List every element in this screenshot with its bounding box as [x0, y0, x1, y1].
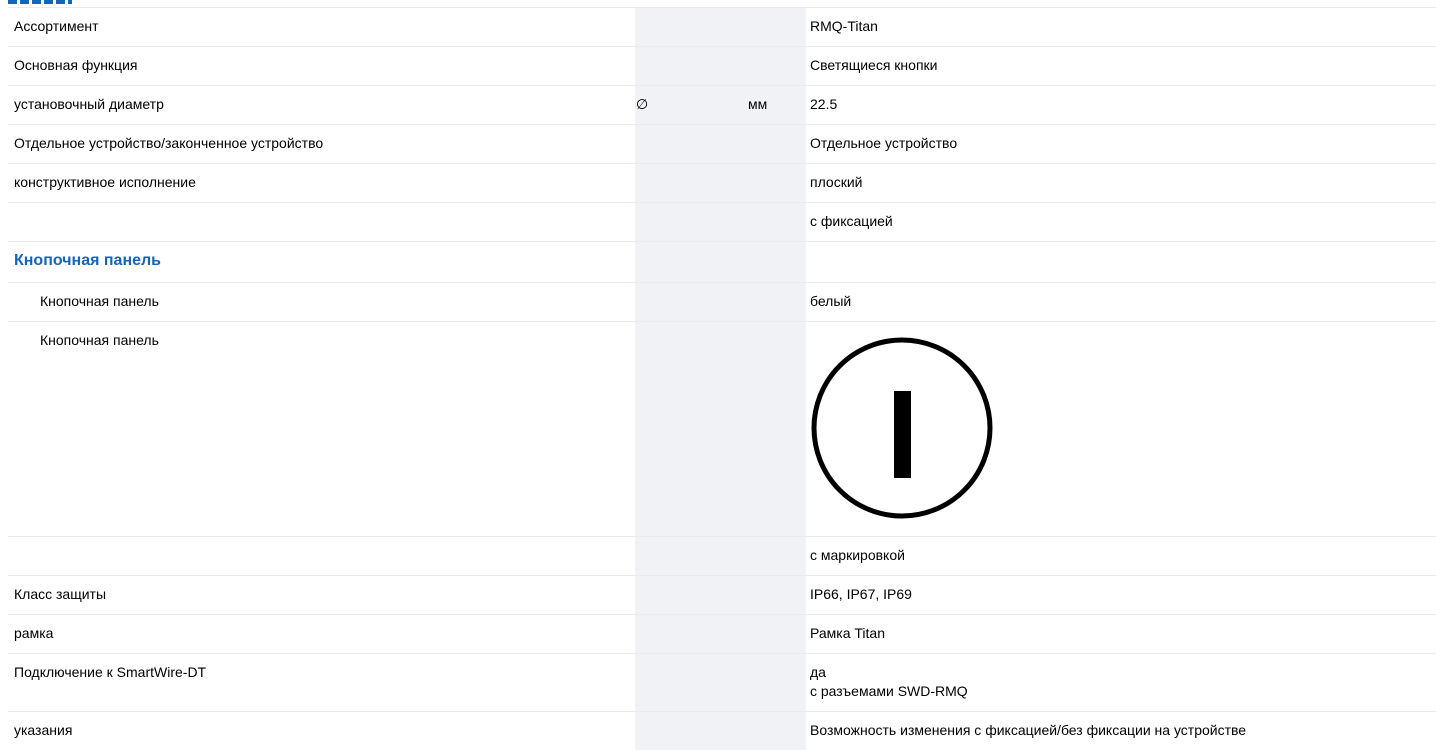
section-heading: Кнопочная панель [14, 242, 635, 280]
section-heading-row: Кнопочная панель [8, 242, 1436, 283]
section-title-fragment [8, 0, 72, 4]
diameter-symbol: ∅ [635, 86, 737, 124]
row-value: белый [810, 283, 1436, 321]
row-label: Основная функция [14, 47, 635, 85]
row-value: да с разъемами SWD-RMQ [810, 654, 1436, 711]
row-label: Кнопочная панель [14, 283, 635, 321]
unit-label: мм [737, 86, 806, 124]
table-row: Отдельное устройство/законченное устройс… [8, 125, 1436, 164]
specs-table: Ассортимент RMQ-Titan Основная функция С… [8, 7, 1436, 750]
row-value: 22.5 [810, 86, 1436, 124]
row-label: указания [14, 712, 635, 750]
row-label: Подключение к SmartWire-DT [14, 654, 635, 692]
table-row: Основная функция Светящиеся кнопки [8, 47, 1436, 86]
table-row: указания Возможность изменения с фиксаци… [8, 712, 1436, 750]
row-value: Отдельное устройство [810, 125, 1436, 163]
row-value: плоский [810, 164, 1436, 202]
row-value: Светящиеся кнопки [810, 47, 1436, 85]
table-row: конструктивное исполнение плоский [8, 164, 1436, 203]
row-value: RMQ-Titan [810, 8, 1436, 46]
table-row: установочный диаметр ∅ мм 22.5 [8, 86, 1436, 125]
table-row: с фиксацией [8, 203, 1436, 242]
table-row: Кнопочная панель [8, 322, 1436, 537]
row-value: с фиксацией [810, 203, 1436, 241]
table-row: с маркировкой [8, 537, 1436, 576]
row-value: с маркировкой [810, 537, 1436, 575]
row-value: Возможность изменения с фиксацией/без фи… [810, 712, 1436, 750]
row-label: Отдельное устройство/законченное устройс… [14, 125, 635, 163]
row-value: Рамка Titan [810, 615, 1436, 653]
row-value: IP66, IP67, IP69 [810, 576, 1436, 614]
row-label: установочный диаметр [14, 86, 635, 124]
table-row: Класс защиты IP66, IP67, IP69 [8, 576, 1436, 615]
row-value-line: да [810, 663, 1436, 682]
row-label: Кнопочная панель [14, 322, 635, 360]
table-row: рамка Рамка Titan [8, 615, 1436, 654]
row-label: Класс защиты [14, 576, 635, 614]
row-value-line: с разъемами SWD-RMQ [810, 682, 1436, 701]
row-label: Ассортимент [14, 8, 635, 46]
row-label: конструктивное исполнение [14, 164, 635, 202]
power-on-symbol-icon [810, 322, 1436, 536]
table-row: Ассортимент RMQ-Titan [8, 8, 1436, 47]
table-row: Подключение к SmartWire-DT да с разъемам… [8, 654, 1436, 712]
row-label: рамка [14, 615, 635, 653]
table-row: Кнопочная панель белый [8, 283, 1436, 322]
